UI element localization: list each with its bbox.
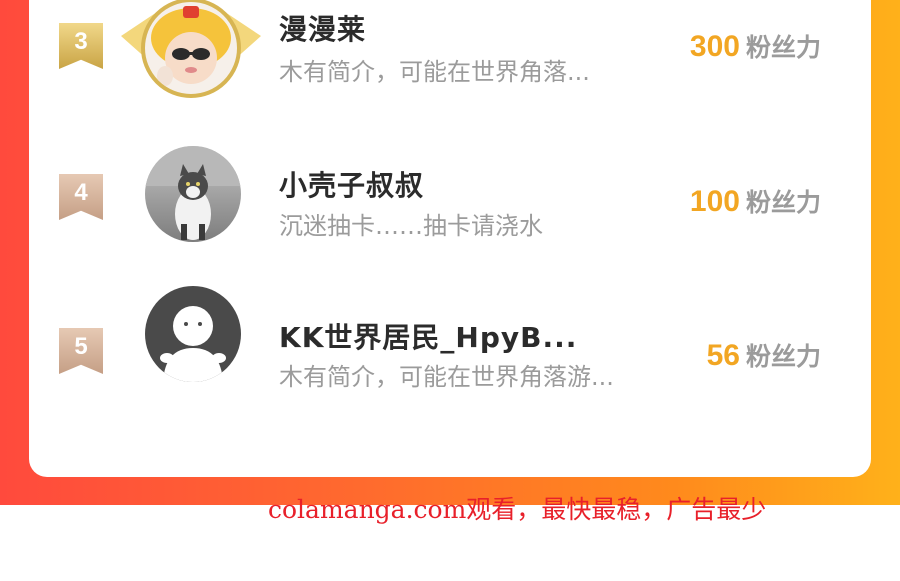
ranking-row-3[interactable]: 3 漫漫莱 木有简介，可能在世界角落... 300 粉丝力 [29, 0, 871, 130]
fan-power-stat: 100 粉丝力 [690, 183, 821, 219]
avatar-frame[interactable] [121, 0, 261, 98]
user-photo-avatar[interactable] [141, 0, 241, 98]
avatar-illustration [151, 6, 231, 86]
ranking-row-5[interactable]: 5 KK世界居民_HpyB... 木有简介，可能在世界角落游... 56 粉丝力 [29, 286, 871, 432]
fan-power-unit: 粉丝力 [745, 33, 821, 62]
avatar-frame[interactable] [145, 286, 245, 386]
cat-photo-avatar[interactable] [145, 146, 241, 242]
user-name[interactable]: 小壳子叔叔 [279, 164, 424, 204]
ranking-row-4[interactable]: 4 小壳子叔叔 沉迷抽卡……抽卡请浇水 100 粉丝力 [29, 146, 871, 278]
user-bio: 木有简介，可能在世界角落... [279, 58, 590, 86]
site-watermark: colamanga.com观看，最快最稳，广告最少 [268, 495, 767, 524]
fan-power-value: 56 [706, 339, 740, 372]
avatar-illustration [145, 146, 241, 240]
user-bio: 木有简介，可能在世界角落游... [279, 363, 614, 391]
fan-power-stat: 300 粉丝力 [690, 28, 821, 64]
default-user-avatar[interactable] [145, 286, 241, 382]
avatar-illustration [160, 306, 226, 382]
fan-power-stat: 56 粉丝力 [707, 337, 821, 373]
user-name[interactable]: KK世界居民_HpyB... [279, 316, 577, 356]
rank-badge: 5 [59, 328, 103, 374]
fan-power-unit: 粉丝力 [745, 188, 821, 217]
rank-badge: 4 [59, 174, 103, 220]
rank-badge-gold: 3 [59, 23, 103, 69]
fan-power-value: 100 [689, 185, 740, 218]
fan-power-unit: 粉丝力 [745, 342, 821, 371]
fan-power-value: 300 [689, 30, 740, 63]
ranking-card: 3 漫漫莱 木有简介，可能在世界角落... 300 粉丝力 4 小壳子叔叔 沉迷… [29, 0, 871, 477]
user-bio: 沉迷抽卡……抽卡请浇水 [279, 212, 543, 240]
avatar-frame[interactable] [145, 146, 245, 246]
user-name[interactable]: 漫漫莱 [279, 8, 366, 48]
